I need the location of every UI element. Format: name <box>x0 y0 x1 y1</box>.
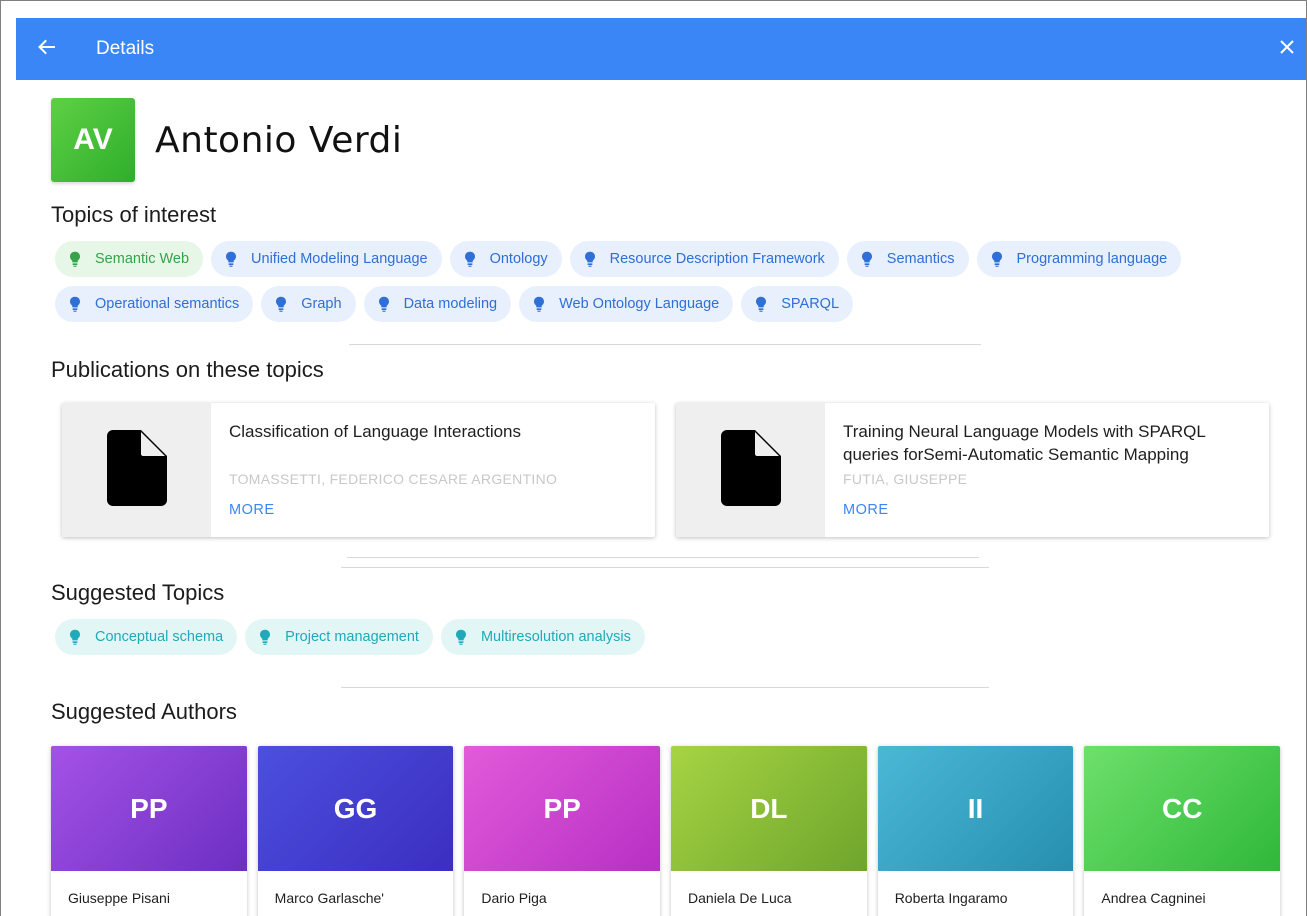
author-card[interactable]: PP Giuseppe Pisani <box>51 746 247 916</box>
topic-chip[interactable]: SPARQL <box>741 286 854 322</box>
author-profile: AV Antonio Verdi <box>51 98 1291 182</box>
author-card-name: Dario Piga <box>481 890 547 906</box>
lightbulb-icon <box>584 251 596 267</box>
back-button[interactable] <box>16 18 76 80</box>
author-card-name: Daniela De Luca <box>688 890 792 906</box>
section-divider <box>349 344 981 345</box>
topic-chip[interactable]: Unified Modeling Language <box>211 241 442 277</box>
suggested-topics-chips: Conceptual schema Project management Multi… <box>55 619 1275 664</box>
app-bar: Details <box>16 18 1306 80</box>
lightbulb-icon <box>755 296 767 312</box>
more-link[interactable]: MORE <box>229 502 275 518</box>
topic-chip[interactable]: Conceptual schema <box>55 619 238 655</box>
topic-chip-label: Unified Modeling Language <box>251 251 428 267</box>
author-avatar: II <box>877 746 1074 871</box>
topics-of-interest-chips: Semantic Web Unified Modeling Language Ont… <box>55 241 1275 331</box>
lightbulb-icon <box>69 251 81 267</box>
publication-title: Classification of Language Interactions <box>229 422 522 441</box>
topic-chip[interactable]: Semantics <box>846 241 969 277</box>
topic-chip-label: Ontology <box>489 251 548 267</box>
arrow-left-icon <box>37 39 55 60</box>
topic-chip[interactable]: Operational semantics <box>55 286 254 322</box>
author-card-name: Marco Garlasche' <box>274 890 384 906</box>
author-card-name: Andrea Cagninei <box>1101 890 1206 906</box>
publication-authors: FUTIA, GIUSEPPE <box>843 471 968 487</box>
section-divider <box>347 557 979 558</box>
suggested-authors-title: Suggested Authors <box>51 699 237 724</box>
publication-card[interactable]: Classification of Language Interactions T… <box>62 403 655 537</box>
avatar: AV <box>51 98 135 182</box>
suggested-topics-title: Suggested Topics <box>51 580 225 605</box>
lightbulb-icon <box>225 251 237 267</box>
topic-chip[interactable]: Graph <box>261 286 356 322</box>
author-card[interactable]: II Roberta Ingaramo <box>877 746 1074 916</box>
document-icon <box>106 429 167 511</box>
topic-chip-label: Multiresolution analysis <box>480 629 631 645</box>
topic-chip-label: Data modeling <box>403 296 498 312</box>
topic-chip-label: Programming language <box>1016 251 1168 267</box>
lightbulb-icon <box>455 629 467 645</box>
lightbulb-icon <box>378 296 390 312</box>
lightbulb-icon <box>69 296 81 312</box>
lightbulb-icon <box>533 296 545 312</box>
topic-chip-label: Web Ontology Language <box>559 296 720 312</box>
publication-body: Training Neural Language Models with SPA… <box>825 403 1269 537</box>
more-link[interactable]: MORE <box>843 502 889 518</box>
close-icon <box>1279 39 1295 60</box>
author-card-name: Giuseppe Pisani <box>68 890 170 906</box>
author-card[interactable]: PP Dario Piga <box>464 746 661 916</box>
lightbulb-icon <box>464 251 476 267</box>
topic-chip[interactable]: Semantic Web <box>55 241 204 277</box>
author-name: Antonio Verdi <box>155 119 403 161</box>
topics-of-interest-title: Topics of interest <box>51 202 217 227</box>
details-dialog: Details AV Antonio Verdi Topics of inter… <box>0 0 1307 916</box>
author-card-name: Roberta Ingaramo <box>894 890 1008 906</box>
lightbulb-icon <box>861 251 873 267</box>
publication-thumbnail <box>676 403 825 537</box>
author-avatar: CC <box>1084 746 1281 871</box>
topic-chip[interactable]: Data modeling <box>363 286 512 322</box>
author-avatar: DL <box>671 746 867 871</box>
publication-body: Classification of Language Interactions T… <box>211 403 655 537</box>
author-card[interactable]: DL Daniela De Luca <box>671 746 867 916</box>
topic-chip-label: SPARQL <box>781 296 840 312</box>
topic-chip-label: Project management <box>285 629 419 645</box>
topic-chip[interactable]: Ontology <box>449 241 562 277</box>
author-avatar: PP <box>464 746 661 871</box>
topic-chip[interactable]: Web Ontology Language <box>519 286 734 322</box>
topic-chip-label: Graph <box>301 296 342 312</box>
author-avatar: GG <box>257 746 454 871</box>
lightbulb-icon <box>275 296 287 312</box>
close-button[interactable] <box>1272 34 1302 64</box>
section-divider <box>341 687 989 688</box>
publication-authors: TOMASSETTI, FEDERICO CESARE ARGENTINO <box>229 471 558 487</box>
lightbulb-icon <box>991 251 1003 267</box>
topic-chip[interactable]: Programming language <box>976 241 1182 277</box>
lightbulb-icon <box>69 629 81 645</box>
publications-title: Publications on these topics <box>51 357 324 382</box>
topic-chip[interactable]: Multiresolution analysis <box>440 619 645 655</box>
author-card[interactable]: CC Andrea Cagninei <box>1084 746 1281 916</box>
details-content: AV Antonio Verdi Topics of interest Sema… <box>51 81 1291 916</box>
dialog-title: Details <box>96 38 155 59</box>
publication-thumbnail <box>62 403 211 537</box>
document-icon <box>720 429 781 511</box>
topic-chip-label: Semantic Web <box>95 251 190 267</box>
publication-card[interactable]: Training Neural Language Models with SPA… <box>676 403 1269 537</box>
topic-chip[interactable]: Resource Description Framework <box>569 241 839 277</box>
suggested-authors-list: PP Giuseppe Pisani GG Marco Garlasche' PP Dar… <box>51 746 1291 916</box>
topic-chip-label: Resource Description Framework <box>609 251 825 267</box>
publication-title: Training Neural Language Models with SPA… <box>843 422 1206 464</box>
author-card[interactable]: GG Marco Garlasche' <box>257 746 454 916</box>
topic-chip[interactable]: Project management <box>245 619 433 655</box>
publications-list: Classification of Language Interactions T… <box>62 403 1291 537</box>
author-avatar: PP <box>51 746 247 871</box>
topic-chip-label: Semantics <box>886 251 955 267</box>
topic-chip-label: Conceptual schema <box>95 629 224 645</box>
lightbulb-icon <box>259 629 271 645</box>
topic-chip-label: Operational semantics <box>95 296 240 312</box>
section-divider <box>341 567 989 568</box>
